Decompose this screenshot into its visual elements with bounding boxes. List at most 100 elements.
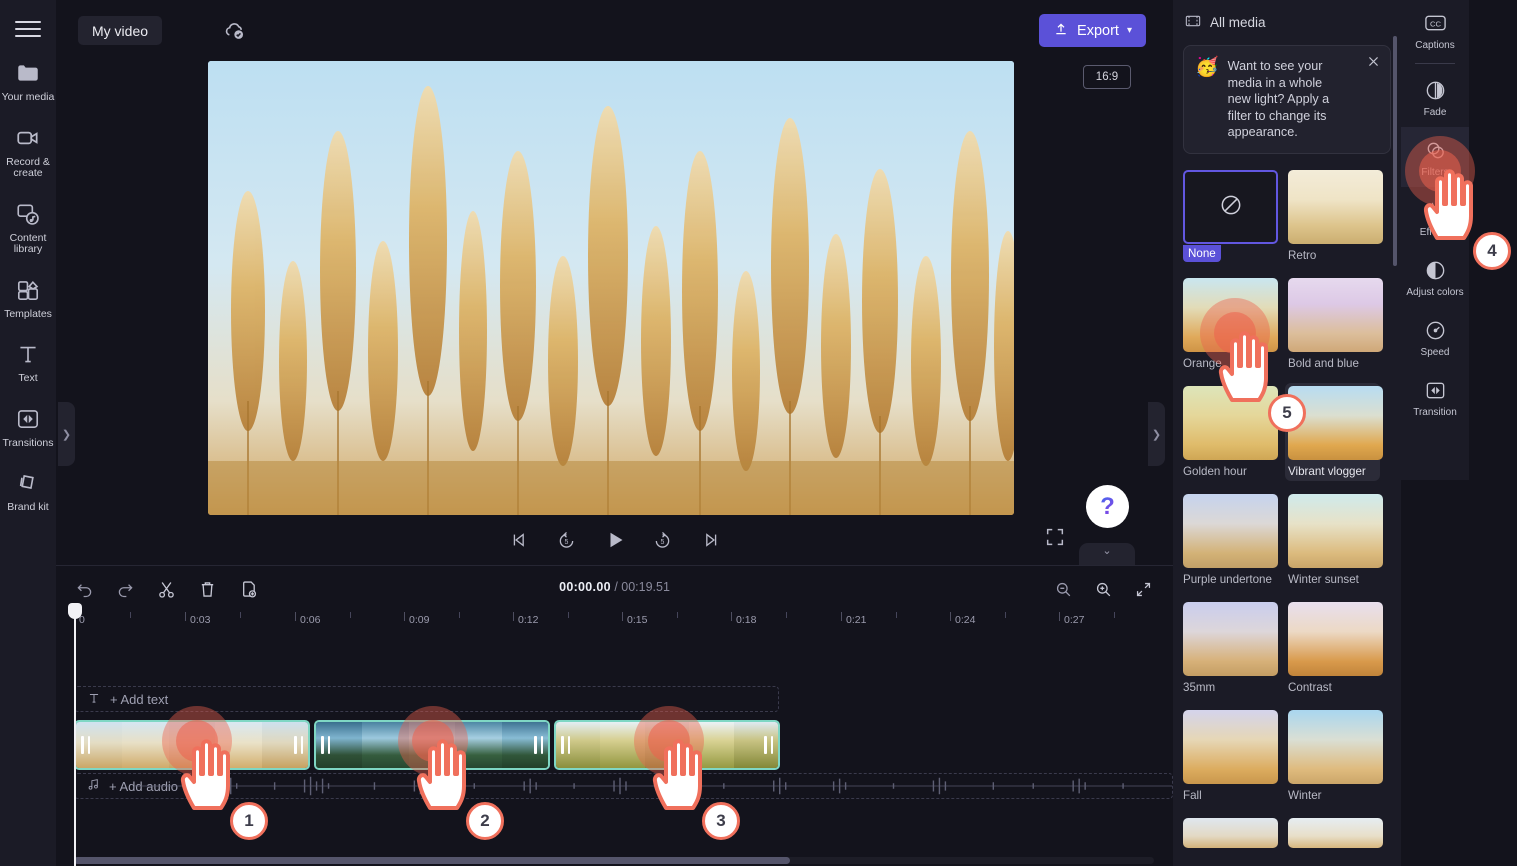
filter-thumbnail xyxy=(1183,170,1278,244)
filter-item-bold-and-blue[interactable]: Bold and blue xyxy=(1288,278,1383,370)
chevron-down-icon: ⌄ xyxy=(1102,545,1112,557)
filter-item-winter[interactable]: Winter xyxy=(1288,710,1383,802)
text-icon xyxy=(87,691,101,708)
filter-label: Winter sunset xyxy=(1288,573,1359,586)
film-strip-icon xyxy=(1185,14,1201,31)
filters-row: None Retro xyxy=(1183,170,1383,262)
sidebar-label: Transitions xyxy=(2,436,54,449)
help-label: ? xyxy=(1100,492,1115,520)
sidebar-item-transitions[interactable]: Transitions xyxy=(0,405,56,450)
timeline: 00:00.00 / 00:19.51 0 0:03 0:06 0:09 0:1… xyxy=(56,565,1173,866)
current-time: 00:00.00 xyxy=(559,580,611,594)
fullscreen-icon[interactable] xyxy=(1044,526,1066,548)
filter-thumbnail xyxy=(1288,818,1383,848)
play-icon[interactable] xyxy=(602,527,628,553)
filter-item-fall[interactable]: Fall xyxy=(1183,710,1278,802)
speed-icon xyxy=(1423,318,1447,342)
sidebar-item-templates[interactable]: Templates xyxy=(0,276,56,321)
chevron-right-icon: ❯ xyxy=(1151,428,1162,441)
svg-text:CC: CC xyxy=(1429,19,1441,28)
panel-collapse-bottom-tab[interactable]: ⌄ xyxy=(1079,543,1135,565)
total-time: / 00:19.51 xyxy=(614,580,670,594)
timeline-toolbar: 00:00.00 / 00:19.51 xyxy=(56,566,1173,612)
step-number-badge: 5 xyxy=(1268,394,1306,432)
hamburger-menu-icon[interactable] xyxy=(15,19,41,39)
aspect-ratio-button[interactable]: 16:9 xyxy=(1083,65,1131,89)
clip-trim-handle-left[interactable] xyxy=(81,736,90,754)
export-label: Export xyxy=(1077,22,1119,39)
collapse-right-panel-button[interactable]: ❯ xyxy=(1148,402,1165,466)
export-button[interactable]: Export ▾ xyxy=(1039,14,1146,47)
help-button[interactable]: ? xyxy=(1086,485,1129,528)
filters-row: 35mm Contrast xyxy=(1183,602,1383,694)
right-rail-item-transition[interactable]: Transition xyxy=(1401,367,1469,427)
collapse-left-panel-button[interactable]: ❯ xyxy=(58,402,75,466)
fit-screen-icon[interactable] xyxy=(1132,578,1154,600)
filter-item-purple-undertone[interactable]: Purple undertone xyxy=(1183,494,1278,586)
timeline-ruler[interactable]: 0 0:03 0:06 0:09 0:12 0:15 0:18 0:21 0:2 xyxy=(74,612,1154,634)
ruler-label: 0:03 xyxy=(190,614,211,626)
clip-trim-handle-right[interactable] xyxy=(294,736,303,754)
transition-icon xyxy=(1423,378,1447,402)
ruler-label: 0:15 xyxy=(627,614,648,626)
filter-item-contrast[interactable]: Contrast xyxy=(1288,602,1383,694)
sidebar-item-content-library[interactable]: Content library xyxy=(0,200,56,256)
add-audio-track[interactable]: + Add audio xyxy=(74,773,1173,799)
skip-end-icon[interactable] xyxy=(698,527,724,553)
filter-item-next-1[interactable] xyxy=(1183,818,1278,848)
hand-cursor-icon xyxy=(1423,169,1473,240)
right-rail-item-fade[interactable]: Fade xyxy=(1401,67,1469,127)
panel-scrollbar[interactable] xyxy=(1393,36,1397,266)
svg-text:5: 5 xyxy=(565,538,569,545)
filter-thumbnail xyxy=(1288,494,1383,568)
panel-title: All media xyxy=(1210,15,1266,30)
right-rail-label: Transition xyxy=(1413,407,1457,418)
filter-label: 35mm xyxy=(1183,681,1216,694)
hand-cursor-icon xyxy=(652,739,702,810)
sidebar-label: Your media xyxy=(1,91,55,103)
divider xyxy=(1415,63,1455,64)
project-name-field[interactable]: My video xyxy=(78,16,163,45)
right-rail-item-adjust-colors[interactable]: Adjust colors xyxy=(1401,247,1469,307)
sidebar-item-your-media[interactable]: Your media xyxy=(0,59,56,104)
clip-trim-handle-left[interactable] xyxy=(321,736,330,754)
ruler-label: 0:21 xyxy=(846,614,867,626)
right-rail-item-captions[interactable]: CC Captions xyxy=(1401,0,1469,60)
filter-item-none[interactable]: None xyxy=(1183,170,1278,262)
filters-grid: None Retro Orange Bold and blue Golden h… xyxy=(1173,170,1393,866)
rewind-5-icon[interactable]: 5 xyxy=(554,527,580,553)
right-rail-item-speed[interactable]: Speed xyxy=(1401,307,1469,367)
clip-trim-handle-right[interactable] xyxy=(764,736,773,754)
ruler-label: 0:18 xyxy=(736,614,757,626)
tip-card: 🥳 Want to see your media in a whole new … xyxy=(1183,45,1391,154)
filter-item-35mm[interactable]: 35mm xyxy=(1183,602,1278,694)
filter-item-retro[interactable]: Retro xyxy=(1288,170,1383,262)
filter-label: None xyxy=(1183,245,1221,262)
cloud-saved-icon xyxy=(222,18,248,44)
right-rail-label: Speed xyxy=(1420,347,1450,358)
filter-thumbnail xyxy=(1183,602,1278,676)
playhead[interactable] xyxy=(68,603,82,866)
playhead-handle[interactable] xyxy=(68,603,82,619)
close-icon[interactable] xyxy=(1366,54,1381,69)
sidebar-item-text[interactable]: Text xyxy=(0,340,56,385)
sidebar-item-record-create[interactable]: Record & create xyxy=(0,124,56,180)
step-number-badge: 2 xyxy=(466,802,504,840)
forward-5-icon[interactable]: 5 xyxy=(650,527,676,553)
filter-item-winter-sunset[interactable]: Winter sunset xyxy=(1288,494,1383,586)
filter-label: Retro xyxy=(1288,249,1317,262)
clip-trim-handle-left[interactable] xyxy=(561,736,570,754)
zoom-in-icon[interactable] xyxy=(1092,578,1114,600)
filter-item-next-2[interactable] xyxy=(1288,818,1383,848)
sidebar-label: Record & create xyxy=(6,155,50,179)
filter-thumbnail xyxy=(1288,170,1383,244)
timeline-scrollbar[interactable] xyxy=(74,857,790,864)
zoom-out-icon[interactable] xyxy=(1052,578,1074,600)
video-preview[interactable] xyxy=(208,61,1014,515)
sidebar-item-brand-kit[interactable]: Brand kit xyxy=(0,469,56,514)
clip-trim-handle-right[interactable] xyxy=(534,736,543,754)
timecode-display: 00:00.00 / 00:19.51 xyxy=(56,580,1173,594)
step-number-badge: 4 xyxy=(1473,232,1511,270)
text-icon xyxy=(14,340,42,368)
skip-start-icon[interactable] xyxy=(506,527,532,553)
